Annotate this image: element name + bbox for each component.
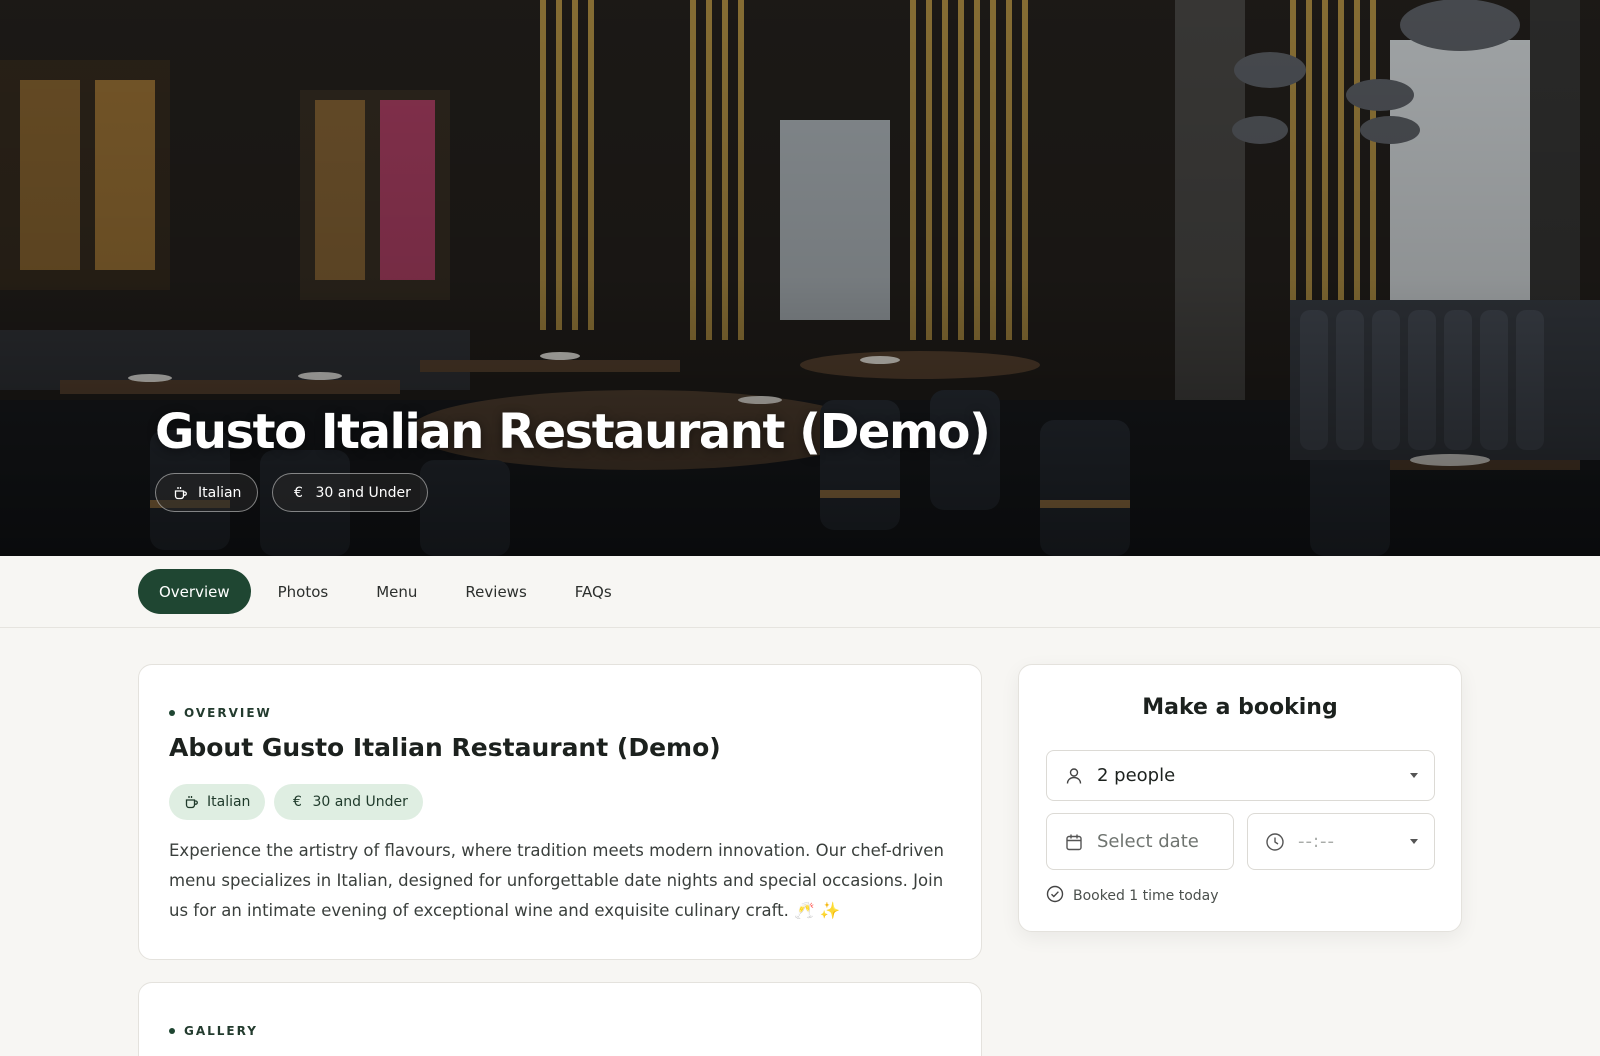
booking-title: Make a booking [1142, 695, 1338, 720]
party-size-value: 2 people [1097, 765, 1176, 786]
restaurant-title: Gusto Italian Restaurant (Demo) [155, 404, 991, 460]
tab-faqs[interactable]: FAQs [554, 569, 633, 614]
chevron-down-icon [1410, 772, 1418, 778]
tab-photos[interactable]: Photos [257, 569, 350, 614]
overview-tag-label: 30 and Under [312, 794, 408, 810]
tab-menu[interactable]: Menu [355, 569, 438, 614]
hero-tag-price: € 30 and Under [272, 473, 428, 512]
section-label-text: GALLERY [184, 1024, 258, 1038]
chevron-down-icon [1410, 838, 1418, 844]
person-icon [1063, 765, 1085, 787]
calendar-icon [1063, 831, 1085, 853]
time-placeholder: --:-- [1298, 831, 1336, 852]
bullet-dot-icon [169, 710, 175, 716]
overview-description: Experience the artistry of flavours, whe… [169, 841, 944, 920]
overview-heading: About Gusto Italian Restaurant (Demo) [169, 733, 721, 762]
hero-tags: Italian € 30 and Under [155, 473, 428, 512]
coffee-cup-icon [184, 794, 200, 810]
overview-section-label: OVERVIEW [169, 706, 272, 720]
booking-card: Make a booking 2 people Select date --:-… [1018, 664, 1462, 932]
bullet-dot-icon [169, 1028, 175, 1034]
coffee-cup-icon [172, 484, 190, 502]
tab-reviews[interactable]: Reviews [444, 569, 547, 614]
booked-today-status: Booked 1 time today [1046, 885, 1219, 907]
party-size-select[interactable]: 2 people [1046, 750, 1435, 801]
date-placeholder: Select date [1097, 831, 1199, 852]
hero-tag-label: 30 and Under [315, 484, 411, 501]
gallery-section-label: GALLERY [169, 1024, 258, 1038]
section-label-text: OVERVIEW [184, 706, 272, 720]
hero-tag-label: Italian [198, 484, 242, 501]
overview-tag-label: Italian [207, 794, 251, 810]
euro-icon: € [292, 794, 302, 810]
check-circle-icon [1046, 885, 1064, 907]
clock-icon [1264, 831, 1286, 853]
euro-icon: € [293, 484, 303, 501]
date-picker[interactable]: Select date [1046, 813, 1234, 870]
overview-card: OVERVIEW About Gusto Italian Restaurant … [138, 664, 982, 960]
section-tabs-bar: Overview Photos Menu Reviews FAQs [0, 556, 1600, 628]
overview-tag-cuisine: Italian [169, 784, 266, 820]
time-select[interactable]: --:-- [1247, 813, 1435, 870]
booked-today-text: Booked 1 time today [1073, 888, 1219, 904]
hero-banner: Gusto Italian Restaurant (Demo) Italian … [0, 0, 1600, 556]
hero-tag-cuisine: Italian [155, 473, 259, 512]
section-tabs: Overview Photos Menu Reviews FAQs [138, 569, 639, 614]
overview-tags: Italian € 30 and Under [169, 784, 423, 820]
overview-tag-price: € 30 and Under [274, 784, 423, 820]
tab-overview[interactable]: Overview [138, 569, 251, 614]
gallery-card: GALLERY [138, 982, 982, 1056]
